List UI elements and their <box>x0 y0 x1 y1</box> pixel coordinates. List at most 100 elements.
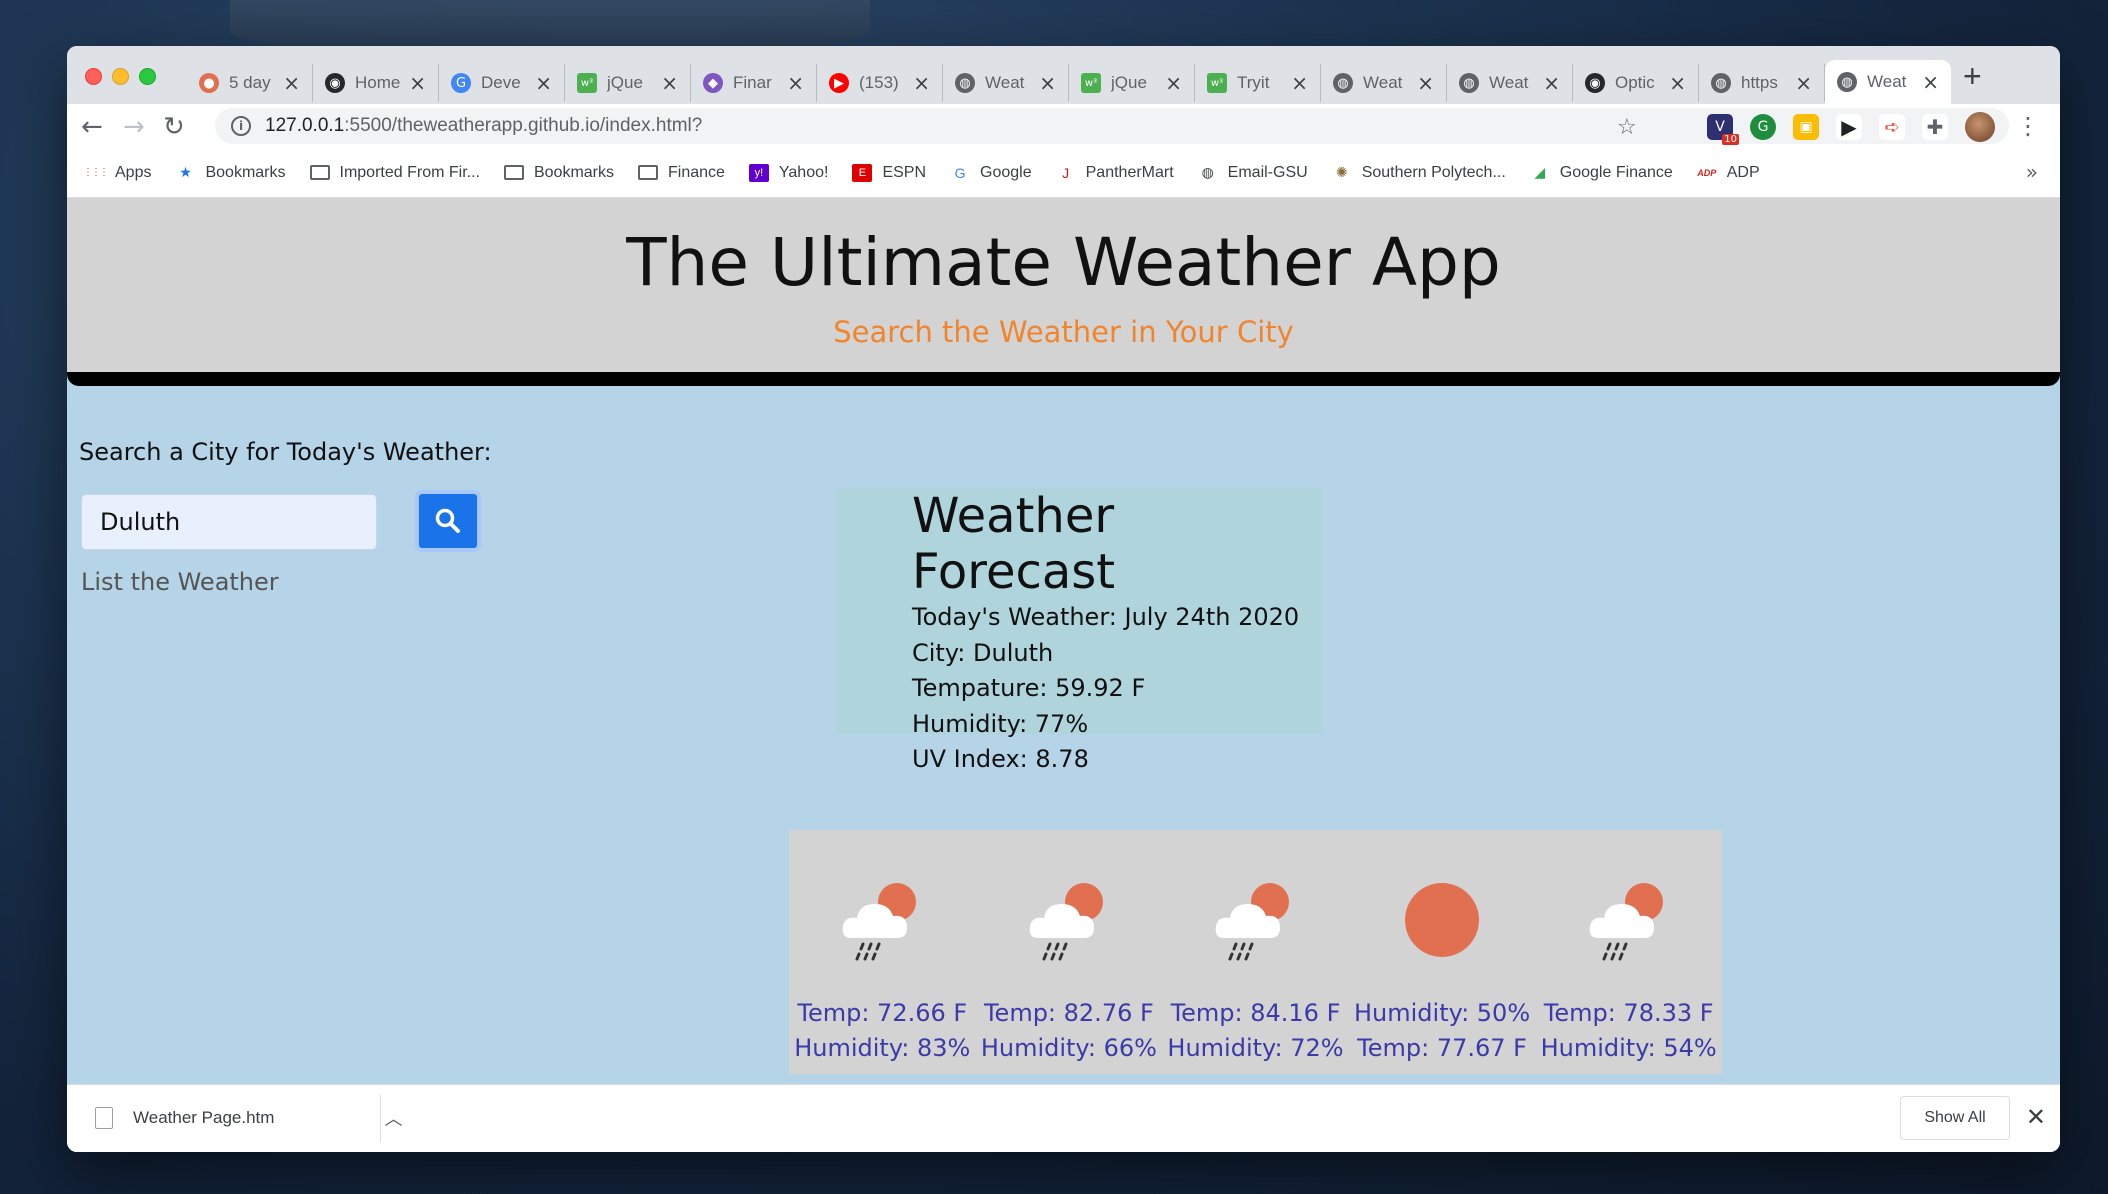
close-tab-icon[interactable]: × <box>787 73 804 93</box>
extension-notes-icon[interactable]: ▣ <box>1793 114 1819 140</box>
close-window-icon[interactable] <box>85 68 102 85</box>
sun-icon <box>1397 876 1487 962</box>
close-tab-icon[interactable]: × <box>535 73 552 93</box>
bookmark-star-icon[interactable]: ☆ <box>1617 115 1637 140</box>
zoom-window-icon[interactable] <box>139 68 156 85</box>
extension-icons: ☆ V 10 G ▣ ▶ ➪ ✚ <box>1617 112 1995 145</box>
close-tab-icon[interactable]: × <box>1165 73 1182 93</box>
close-tab-icon[interactable]: × <box>1922 72 1939 92</box>
close-tab-icon[interactable]: × <box>1543 73 1560 93</box>
new-tab-button[interactable]: + <box>1963 58 1982 95</box>
close-tab-icon[interactable]: × <box>1795 73 1812 93</box>
close-tab-icon[interactable]: × <box>1417 73 1434 93</box>
profile-avatar[interactable] <box>1965 112 1995 142</box>
url-text: 127.0.0.1:5500/theweatherapp.github.io/i… <box>265 115 702 137</box>
tab-title: 5 day <box>229 73 271 92</box>
browser-tab[interactable]: w³ jQue × <box>1069 64 1195 102</box>
close-tab-icon[interactable]: × <box>409 73 426 93</box>
forecast-day-line-2: Temp: 77.67 F <box>1357 1034 1527 1062</box>
bookmark-label: Yahoo! <box>778 163 829 181</box>
close-tab-icon[interactable]: × <box>1039 73 1056 93</box>
close-tab-icon[interactable]: × <box>913 73 930 93</box>
browser-tab[interactable]: ◍ Weat × <box>1321 64 1447 102</box>
minimize-window-icon[interactable] <box>112 68 129 85</box>
bookmark-item[interactable]: J PantherMart <box>1056 164 1174 182</box>
browser-tab[interactable]: G Deve × <box>439 64 565 102</box>
forecast-temperature: Tempature: 59.92 F <box>912 674 1146 702</box>
download-item[interactable]: Weather Page.htm ︿ <box>95 1105 402 1131</box>
bookmark-item[interactable]: ★ Bookmarks <box>175 164 285 182</box>
url-path: :5500/theweatherapp.github.io/index.html… <box>344 115 703 136</box>
reload-button[interactable]: ↻ <box>163 112 185 142</box>
browser-tab[interactable]: w³ Tryit × <box>1195 64 1321 102</box>
browser-tab[interactable]: w³ jQue × <box>565 64 691 102</box>
app-subtitle: Search the Weather in Your City <box>833 315 1294 349</box>
bookmark-item[interactable]: Finance <box>638 164 725 182</box>
close-tab-icon[interactable]: × <box>1291 73 1308 93</box>
browser-window: ● 5 day × ◉ Home × G Deve × w³ jQue × ◆ Finar × ▶ (153) ×… <box>67 46 2060 1152</box>
browser-tab[interactable]: ◉ Optic × <box>1573 64 1699 102</box>
extensions-puzzle-icon[interactable]: ✚ <box>1922 114 1948 140</box>
forecast-day-line-1: Temp: 72.66 F <box>797 999 968 1027</box>
bookmark-item[interactable]: G Google <box>950 164 1032 182</box>
bookmark-label: Bookmarks <box>533 163 614 181</box>
chevron-up-icon[interactable]: ︿ <box>384 1105 402 1131</box>
espn-icon: E <box>852 163 873 182</box>
list-weather-link[interactable]: List the Weather <box>81 568 279 596</box>
bookmark-item[interactable]: Imported From Fir... <box>309 164 480 182</box>
tab-title: Finar <box>733 73 772 92</box>
browser-tab[interactable]: ◍ Weat × <box>943 64 1069 102</box>
tabs: ● 5 day × ◉ Home × G Deve × w³ jQue × ◆ Finar × ▶ (153) ×… <box>187 60 1951 104</box>
tab-title: (153) <box>859 73 899 92</box>
tab-title: jQue <box>1111 73 1147 92</box>
city-search-input[interactable] <box>81 494 377 550</box>
tab-title: jQue <box>607 73 643 92</box>
browser-menu-icon[interactable]: ⋮ <box>2016 112 2040 140</box>
browser-tab[interactable]: ◍ Weat × <box>1447 64 1573 102</box>
bookmark-item[interactable]: ✺ Southern Polytech... <box>1332 164 1506 182</box>
forecast-day-line-2: Humidity: 72% <box>1167 1034 1344 1062</box>
weather-forecast-panel: Weather Forecast Today's Weather: July 2… <box>837 488 1322 773</box>
forward-button[interactable]: → <box>123 112 145 142</box>
forecast-day-line-1: Temp: 84.16 F <box>1170 999 1341 1027</box>
show-all-button[interactable]: Show All <box>1900 1096 2010 1140</box>
bookmarks-bar: ⋮⋮⋮ Apps ★ Bookmarks Imported From Fir... Boo… <box>67 148 2060 198</box>
tab-title: Tryit <box>1237 73 1270 92</box>
search-button[interactable] <box>415 490 481 552</box>
extension-calendar-icon[interactable]: V 10 <box>1707 114 1739 145</box>
forecast-day-line-1: Temp: 82.76 F <box>983 999 1154 1027</box>
extension-share-icon[interactable]: ➪ <box>1879 114 1905 140</box>
close-download-bar-icon[interactable]: ✕ <box>2026 1103 2046 1131</box>
tab-title: https <box>1741 73 1778 92</box>
browser-tab[interactable]: ◍ Weat × <box>1825 60 1951 104</box>
rain-cloud-sun-icon <box>837 876 927 962</box>
bookmark-item[interactable]: ⋮⋮⋮ Apps <box>83 164 151 182</box>
close-tab-icon[interactable]: × <box>283 73 300 93</box>
forecast-city: City: Duluth <box>912 638 1054 667</box>
site-info-icon[interactable]: i <box>231 116 251 136</box>
close-tab-icon[interactable]: × <box>661 73 678 93</box>
bookmark-item[interactable]: ◍ Email-GSU <box>1198 164 1308 182</box>
bookmark-item[interactable]: y! Yahoo! <box>748 163 829 182</box>
browser-tab[interactable]: ◉ Home × <box>313 64 439 102</box>
bookmark-item[interactable]: Bookmarks <box>503 163 614 182</box>
tab-title: Weat <box>1489 73 1529 92</box>
bookmark-item[interactable]: ◢ Google Finance <box>1530 164 1672 182</box>
search-icon <box>435 508 460 533</box>
browser-tab[interactable]: ● 5 day × <box>187 64 313 102</box>
back-button[interactable]: ← <box>81 112 103 142</box>
close-tab-icon[interactable]: × <box>1669 73 1686 93</box>
bookmark-item[interactable]: ADP ADP <box>1697 164 1759 182</box>
bookmark-item[interactable]: E ESPN <box>852 163 926 182</box>
forecast-day-card: Temp: 78.33 F Humidity: 54% <box>1535 876 1722 1074</box>
browser-tab[interactable]: ◍ https × <box>1699 64 1825 102</box>
bookmark-label: Google <box>980 163 1032 181</box>
more-bookmarks-icon[interactable]: » <box>2026 160 2038 184</box>
extension-cast-icon[interactable]: ▶ <box>1836 114 1862 140</box>
browser-tab[interactable]: ▶ (153) × <box>817 64 943 102</box>
search-label: Search a City for Today's Weather: <box>79 438 492 466</box>
forecast-day-card: Temp: 82.76 F Humidity: 66% <box>976 876 1163 1074</box>
forecast-day-line-2: Humidity: 83% <box>794 1034 971 1062</box>
browser-tab[interactable]: ◆ Finar × <box>691 64 817 102</box>
extension-grammar-icon[interactable]: G <box>1750 114 1776 140</box>
